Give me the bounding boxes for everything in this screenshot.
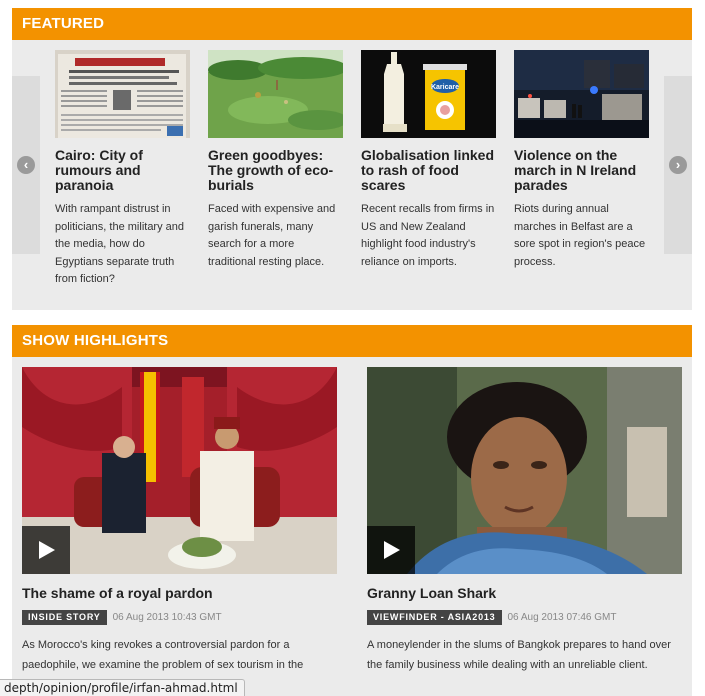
play-button[interactable]	[367, 526, 415, 574]
carousel-next-button[interactable]: ›	[664, 76, 692, 254]
status-bar-url: depth/opinion/profile/irfan-ahmad.html	[0, 679, 245, 696]
featured-heading: FEATURED	[12, 8, 692, 40]
featured-item[interactable]: Violence on the march in N Ireland parad…	[514, 50, 650, 271]
highlight-meta: INSIDE STORY 06 Aug 2013 10:43 GMT	[22, 609, 337, 625]
carousel-prev-button[interactable]: ‹	[12, 76, 40, 254]
featured-thumbnail-field[interactable]	[208, 50, 343, 138]
featured-description: With rampant distrust in politicians, th…	[55, 203, 185, 285]
show-tag[interactable]: VIEWFINDER - ASIA2013	[367, 609, 502, 625]
chevron-left-icon: ‹	[17, 156, 35, 174]
highlight-item[interactable]: The shame of a royal pardon INSIDE STORY…	[22, 367, 337, 695]
highlight-photo-granny[interactable]	[367, 367, 682, 574]
highlight-photo-royal[interactable]	[22, 367, 337, 574]
featured-item[interactable]: Green goodbyes: The growth of eco-burial…	[208, 50, 344, 271]
featured-description: Faced with expensive and garish funerals…	[208, 203, 336, 268]
play-button[interactable]	[22, 526, 70, 574]
highlight-item[interactable]: Granny Loan Shark VIEWFINDER - ASIA2013 …	[367, 367, 682, 675]
featured-description: Riots during annual marches in Belfast a…	[514, 203, 646, 268]
featured-section: FEATURED ‹ › Cairo: City of rumours and …	[12, 8, 692, 310]
highlights-heading: SHOW HIGHLIGHTS	[12, 325, 692, 357]
featured-thumbnail-formula[interactable]: Karicare	[361, 50, 496, 138]
highlight-title[interactable]: Granny Loan Shark	[367, 585, 682, 601]
show-tag[interactable]: INSIDE STORY	[22, 609, 107, 625]
can-label: Karicare	[431, 84, 459, 91]
highlight-date: 06 Aug 2013 10:43 GMT	[112, 611, 222, 623]
highlight-meta: VIEWFINDER - ASIA2013 06 Aug 2013 07:46 …	[367, 609, 682, 625]
highlight-description: A moneylender in the slums of Bangkok pr…	[367, 639, 671, 671]
featured-thumbnail-newspaper[interactable]	[55, 50, 190, 138]
featured-title[interactable]: Cairo: City of rumours and paranoia	[55, 148, 191, 193]
featured-title[interactable]: Globalisation linked to rash of food sca…	[361, 148, 497, 193]
featured-title[interactable]: Green goodbyes: The growth of eco-burial…	[208, 148, 344, 193]
featured-title[interactable]: Violence on the march in N Ireland parad…	[514, 148, 650, 193]
highlight-title[interactable]: The shame of a royal pardon	[22, 585, 337, 601]
chevron-right-icon: ›	[669, 156, 687, 174]
featured-description: Recent recalls from firms in US and New …	[361, 203, 495, 268]
featured-item[interactable]: Cairo: City of rumours and paranoia With…	[55, 50, 191, 289]
highlights-section: SHOW HIGHLIGHTS The shame of a royal par…	[12, 325, 692, 696]
featured-item[interactable]: Karicare Globalisation linked to rash of…	[361, 50, 497, 271]
highlight-date: 06 Aug 2013 07:46 GMT	[507, 611, 617, 623]
featured-thumbnail-riot[interactable]	[514, 50, 649, 138]
